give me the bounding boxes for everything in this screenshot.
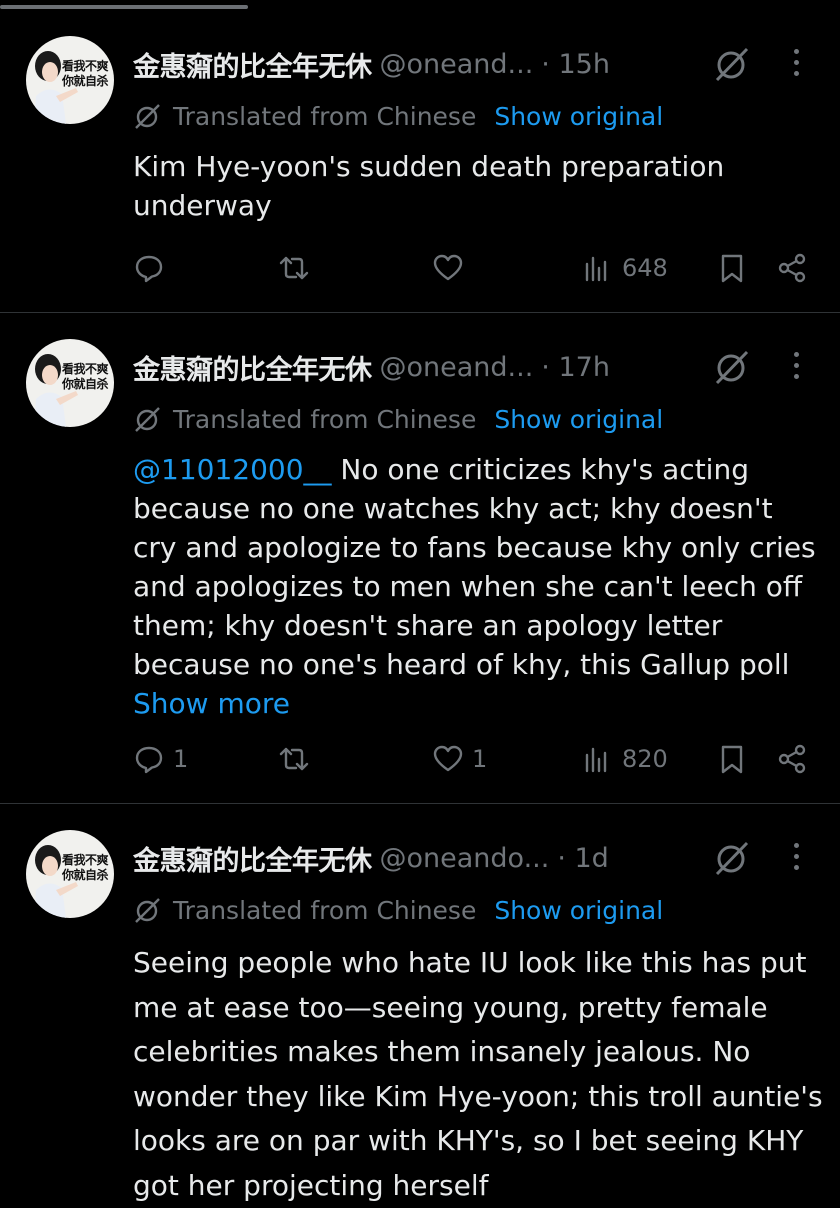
action-bar: 1 1 820 — [0, 743, 840, 783]
tweet[interactable]: 看我不爽 你就自杀 金惠奫的比全年无休 @oneand... · 17h Tra… — [0, 313, 840, 803]
reply-button[interactable]: 1 — [133, 743, 188, 775]
views-count: 820 — [622, 745, 668, 773]
share-button[interactable] — [776, 252, 808, 284]
tweet-header: 金惠奫的比全年无休 @oneando... · 1d — [133, 836, 609, 880]
translate-icon — [135, 104, 160, 129]
translate-icon — [135, 407, 160, 432]
share-button[interactable] — [776, 743, 808, 775]
timestamp[interactable]: · 17h — [541, 352, 610, 383]
translation-bar: Translated from Chinese Show original — [133, 98, 663, 134]
grok-icon[interactable] — [712, 347, 752, 387]
views-icon — [585, 256, 607, 282]
grok-icon[interactable] — [712, 838, 752, 878]
avatar[interactable]: 看我不爽 你就自杀 — [26, 36, 114, 124]
tweet-text: Seeing people who hate IU look like this… — [133, 941, 823, 1208]
retweet-icon — [279, 747, 309, 771]
translate-icon — [135, 898, 160, 923]
avatar[interactable]: 看我不爽 你就自杀 — [26, 339, 114, 427]
views-button[interactable]: 648 — [582, 252, 668, 284]
user-handle[interactable]: @oneand... — [380, 352, 534, 383]
show-original-link[interactable]: Show original — [494, 102, 663, 131]
bookmark-icon — [721, 745, 743, 774]
views-icon — [585, 747, 607, 773]
user-handle[interactable]: @oneand... — [380, 49, 534, 80]
like-icon — [433, 254, 463, 281]
translation-bar: Translated from Chinese Show original — [133, 892, 663, 928]
views-button[interactable]: 820 — [582, 743, 668, 775]
tweet-text: Kim Hye-yoon's sudden death preparation … — [133, 147, 823, 225]
tweet-header: 金惠奫的比全年无休 @oneand... · 15h — [133, 42, 610, 86]
avatar-caption: 看我不爽 你就自杀 — [61, 59, 109, 88]
reply-button[interactable] — [133, 252, 173, 284]
display-name[interactable]: 金惠奫的比全年无休 — [133, 45, 372, 84]
avatar-caption: 看我不爽 你就自杀 — [61, 853, 109, 882]
bookmark-button[interactable] — [716, 743, 748, 775]
mention-link[interactable]: @11012000__ — [133, 453, 332, 486]
timestamp[interactable]: · 15h — [541, 49, 610, 80]
like-button[interactable]: 1 — [432, 743, 487, 775]
retweet-icon — [279, 256, 309, 280]
tweet-text: @11012000__ No one criticizes khy's acti… — [133, 450, 823, 723]
bookmark-icon — [721, 254, 743, 283]
like-icon — [433, 745, 463, 772]
retweet-button[interactable] — [278, 252, 318, 284]
timestamp[interactable]: · 1d — [557, 843, 608, 874]
grok-icon[interactable] — [712, 44, 752, 84]
reply-icon — [135, 255, 163, 283]
like-button[interactable] — [432, 252, 472, 284]
show-original-link[interactable]: Show original — [494, 896, 663, 925]
more-icon[interactable] — [783, 42, 809, 82]
reply-icon — [135, 746, 163, 774]
tweet-text-content: Seeing people who hate IU look like this… — [133, 946, 832, 1202]
tweet[interactable]: 看我不爽 你就自杀 金惠奫的比全年无休 @oneando... · 1d Tra… — [0, 804, 840, 1202]
translated-label: Translated from Chinese — [173, 101, 477, 131]
tweet-text-content: No one criticizes khy's acting because n… — [133, 453, 825, 681]
display-name[interactable]: 金惠奫的比全年无休 — [133, 839, 372, 878]
share-icon — [778, 744, 806, 774]
tweet[interactable]: 看我不爽 你就自杀 金惠奫的比全年无休 @oneand... · 15h Tra… — [0, 0, 840, 312]
translated-label: Translated from Chinese — [173, 895, 477, 925]
more-icon[interactable] — [783, 345, 809, 385]
views-count: 648 — [622, 254, 668, 282]
show-more-link[interactable]: Show more — [133, 687, 290, 720]
reply-count: 1 — [173, 745, 189, 773]
like-count: 1 — [472, 745, 488, 773]
action-bar: 648 — [0, 252, 840, 292]
share-icon — [778, 253, 806, 283]
display-name[interactable]: 金惠奫的比全年无休 — [133, 348, 372, 387]
translation-bar: Translated from Chinese Show original — [133, 401, 663, 437]
avatar-caption: 看我不爽 你就自杀 — [61, 362, 109, 391]
tweet-text-content: Kim Hye-yoon's sudden death preparation … — [133, 150, 734, 222]
tweet-header: 金惠奫的比全年无休 @oneand... · 17h — [133, 345, 610, 389]
retweet-button[interactable] — [278, 743, 318, 775]
avatar[interactable]: 看我不爽 你就自杀 — [26, 830, 114, 918]
show-original-link[interactable]: Show original — [494, 405, 663, 434]
user-handle[interactable]: @oneando... — [380, 843, 550, 874]
translated-label: Translated from Chinese — [173, 404, 477, 434]
bookmark-button[interactable] — [716, 252, 748, 284]
more-icon[interactable] — [783, 836, 809, 876]
